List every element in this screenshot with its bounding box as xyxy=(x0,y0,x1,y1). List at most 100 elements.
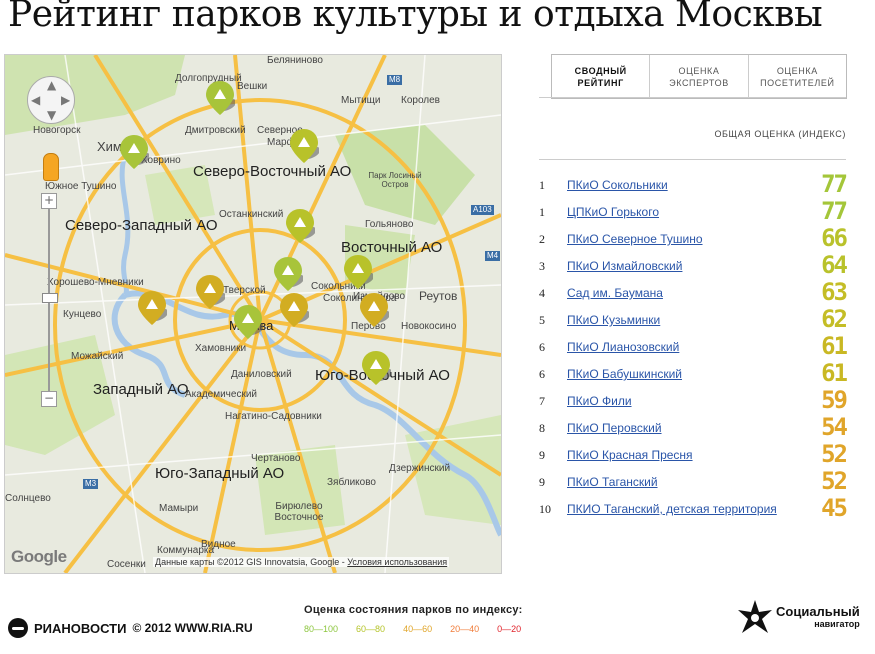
table-row: 1 ПКиО Сокольники 77 xyxy=(539,168,848,198)
street-view-pegman-icon[interactable] xyxy=(43,153,59,181)
road-badge: M8 xyxy=(387,75,403,85)
tab-visitors[interactable]: ОЦЕНКА ПОСЕТИТЕЛЕЙ xyxy=(749,55,846,98)
place-label: Мамыри xyxy=(159,503,199,514)
row-rank: 9 xyxy=(539,475,545,489)
legend-item: 60—80 xyxy=(356,624,386,634)
place-label: Зябликово xyxy=(327,477,376,488)
pan-left-icon[interactable]: ◀ xyxy=(31,94,40,106)
legend-title: Оценка состояния парков по индексу: xyxy=(304,604,523,616)
row-score: 52 xyxy=(821,467,848,495)
row-rank: 6 xyxy=(539,367,545,381)
social-navigator-icon xyxy=(738,600,772,633)
place-label: Королев xyxy=(401,95,440,106)
park-marker[interactable] xyxy=(119,135,149,181)
park-link[interactable]: ПКиО Сокольники xyxy=(567,178,668,192)
row-score: 54 xyxy=(821,413,848,441)
legend-item: 20—40 xyxy=(450,624,480,634)
park-link[interactable]: ПКИО Таганский, детская территория xyxy=(567,502,777,516)
place-label: Даниловский xyxy=(231,369,292,380)
ria-logo-icon xyxy=(8,618,28,638)
tab-summary[interactable]: СВОДНЫЙ РЕЙТИНГ xyxy=(552,55,651,98)
google-logo: Google xyxy=(11,547,67,566)
park-marker[interactable] xyxy=(195,275,225,321)
park-link[interactable]: ПКиО Таганский xyxy=(567,475,658,489)
row-score: 64 xyxy=(821,251,848,279)
pan-control[interactable]: ▲ ▼ ◀ ▶ xyxy=(27,76,75,124)
terms-link[interactable]: Условия использования xyxy=(347,557,447,567)
park-marker[interactable] xyxy=(285,209,315,255)
row-rank: 6 xyxy=(539,340,545,354)
table-row: 9 ПКиО Красная Пресня 52 xyxy=(539,438,848,468)
place-label: Нагатино-Садовники xyxy=(225,411,322,422)
place-label: Останкинский xyxy=(219,209,284,220)
table-row: 6 ПКиО Лианозовский 61 xyxy=(539,330,848,360)
park-marker[interactable] xyxy=(279,293,309,339)
row-score: 61 xyxy=(821,332,848,360)
road-badge: M4 xyxy=(485,251,501,261)
divider xyxy=(539,159,846,160)
page-title: Рейтинг парков культуры и отдыха Москвы xyxy=(8,0,823,35)
row-rank: 3 xyxy=(539,259,545,273)
park-marker[interactable] xyxy=(205,81,235,127)
park-link[interactable]: ПКиО Лианозовский xyxy=(567,340,679,354)
place-label: Чертаново xyxy=(251,453,301,464)
place-label: Реутов xyxy=(419,289,458,303)
park-link[interactable]: ПКиО Кузьминки xyxy=(567,313,660,327)
park-link[interactable]: ЦПКиО Горького xyxy=(567,205,659,219)
table-row: 7 ПКиО Фили 59 xyxy=(539,384,848,414)
table-row: 10 ПКИО Таганский, детская территория 45 xyxy=(539,492,848,522)
road-badge: A103 xyxy=(471,205,494,215)
park-link[interactable]: Сад им. Баумана xyxy=(567,286,663,300)
map-attribution: Данные карты ©2012 GIS Innovatsia, Googl… xyxy=(153,557,450,567)
place-label: Южное Тушино xyxy=(45,181,117,192)
park-link[interactable]: ПКиО Северное Тушино xyxy=(567,232,703,246)
pan-right-icon[interactable]: ▶ xyxy=(61,94,70,106)
row-rank: 8 xyxy=(539,421,545,435)
park-marker[interactable] xyxy=(289,129,319,175)
place-label: Бирюлево Восточное xyxy=(274,501,324,523)
place-label: Академический xyxy=(185,389,258,400)
park-link[interactable]: ПКиО Измайловский xyxy=(567,259,682,273)
park-link[interactable]: ПКиО Красная Пресня xyxy=(567,448,693,462)
tab-experts[interactable]: ОЦЕНКА ЭКСПЕРТОВ xyxy=(650,55,749,98)
copyright: © 2012 WWW.RIA.RU xyxy=(132,621,253,635)
zoom-slider-thumb[interactable] xyxy=(42,293,58,303)
zoom-in-button[interactable]: + xyxy=(41,193,57,209)
park-link[interactable]: ПКиО Фили xyxy=(567,394,632,408)
place-label: Видное xyxy=(201,539,236,550)
park-marker[interactable] xyxy=(361,351,391,397)
place-label: Новогорск xyxy=(33,125,81,136)
park-map[interactable]: Северо-Восточный АО Северо-Западный АО В… xyxy=(4,54,502,574)
legend-item: 80—100 xyxy=(304,624,339,634)
park-link[interactable]: ПКиО Перовский xyxy=(567,421,662,435)
row-score: 77 xyxy=(821,197,848,225)
legend: Оценка состояния парков по индексу: 80—1… xyxy=(304,604,523,634)
row-score: 63 xyxy=(821,278,848,306)
park-marker[interactable] xyxy=(137,291,167,337)
table-row: 1 ЦПКиО Горького 77 xyxy=(539,195,848,225)
table-row: 2 ПКиО Северное Тушино 66 xyxy=(539,222,848,252)
place-label: Вешки xyxy=(237,81,268,92)
place-label: Тверской xyxy=(223,285,266,296)
rating-tabs: СВОДНЫЙ РЕЙТИНГ ОЦЕНКА ЭКСПЕРТОВ ОЦЕНКА … xyxy=(551,54,847,99)
attribution-text: Данные карты ©2012 GIS Innovatsia, Googl… xyxy=(155,557,340,567)
region-label: Юго-Западный АО xyxy=(155,465,285,482)
legend-items: 80—100 60—80 40—60 20—40 0—20 xyxy=(304,624,523,634)
row-score: 61 xyxy=(821,359,848,387)
legend-item: 40—60 xyxy=(403,624,433,634)
region-label: Западный АО xyxy=(93,381,189,398)
ria-logo: РИАНОВОСТИ © 2012 WWW.RIA.RU xyxy=(8,618,253,638)
zoom-out-button[interactable]: − xyxy=(41,391,57,407)
park-link[interactable]: ПКиО Бабушкинский xyxy=(567,367,682,381)
row-score: 66 xyxy=(821,224,848,252)
divider xyxy=(539,97,846,98)
place-label: Гольяново xyxy=(365,219,414,230)
zoom-control[interactable]: + − xyxy=(41,193,58,407)
park-marker[interactable] xyxy=(233,305,263,351)
table-row: 6 ПКиО Бабушкинский 61 xyxy=(539,357,848,387)
pan-up-icon[interactable]: ▲ xyxy=(47,79,56,91)
park-marker[interactable] xyxy=(359,293,389,339)
region-label: Восточный АО xyxy=(341,239,443,256)
pan-down-icon[interactable]: ▼ xyxy=(47,109,56,121)
place-label: Сосенки xyxy=(107,559,146,570)
